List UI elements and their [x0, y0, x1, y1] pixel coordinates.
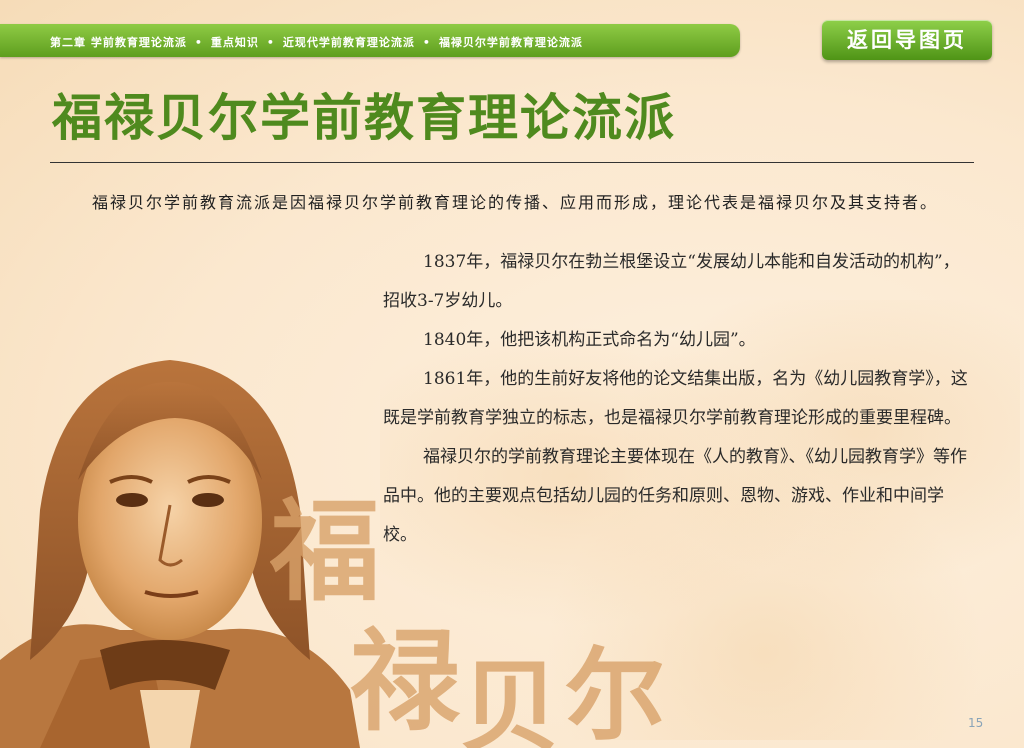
body-paragraph: 1837年，福禄贝尔在勃兰根堡设立“发展幼儿本能和自发活动的机构”，招收3-7岁… — [383, 252, 960, 311]
breadcrumb-item[interactable]: 福禄贝尔学前教育理论流派 — [439, 36, 583, 49]
body-paragraph: 1861年，他的生前好友将他的论文结集出版，名为《幼儿园教育学》，这既是学前教育… — [383, 369, 968, 428]
calligraphy-char: 福 — [270, 487, 380, 616]
breadcrumb: 第二章 学前教育理论流派 • 重点知识 • 近现代学前教育理论流派 • 福禄贝尔学前教育理论… — [50, 36, 583, 49]
page-title: 福禄贝尔学前教育理论流派 — [52, 89, 676, 147]
breadcrumb-item[interactable]: 第二章 学前教育理论流派 — [50, 36, 187, 49]
breadcrumb-item[interactable]: 近现代学前教育理论流派 — [283, 36, 415, 49]
calligraphy-char: 贝 — [460, 648, 560, 748]
calligraphy-char: 禄 — [350, 617, 461, 746]
back-to-map-button[interactable]: 返回导图页 — [822, 20, 992, 60]
calligraphy-char: 尔 — [565, 636, 665, 748]
breadcrumb-item[interactable]: 重点知识 — [211, 36, 259, 49]
intro-paragraph: 福禄贝尔学前教育流派是因福禄贝尔学前教育理论的传播、应用而形成，理论代表是福禄贝… — [92, 193, 939, 212]
body-paragraph: 1840年，他把该机构正式命名为“幼儿园”。 — [423, 330, 756, 350]
body-paragraph: 福禄贝尔的学前教育理论主要体现在《人的教育》、《幼儿园教育学》等作品中。他的主要… — [383, 447, 967, 545]
title-divider — [50, 162, 974, 163]
page-number: 15 — [968, 716, 984, 730]
body-text: 1837年，福禄贝尔在勃兰根堡设立“发展幼儿本能和自发活动的机构”，招收3-7岁… — [383, 243, 973, 555]
